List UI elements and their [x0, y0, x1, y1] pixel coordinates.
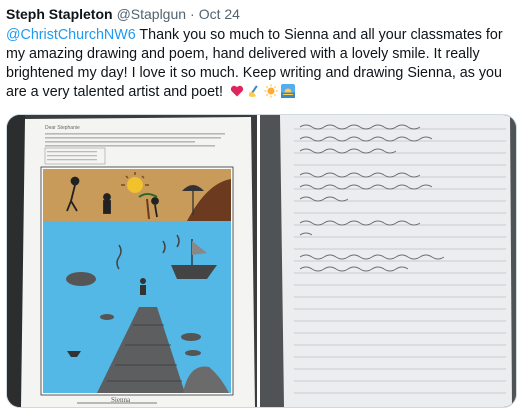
photo-drawing[interactable]: Dear Stephanie Sienna: [7, 115, 257, 407]
writing-hand-icon: [247, 84, 261, 98]
tweet: Steph Stapleton @Staplgun · Oct 24 @Chri…: [0, 0, 527, 414]
mention-link[interactable]: @ChristChurchNW6: [6, 27, 136, 43]
photo-poem[interactable]: [260, 115, 516, 407]
author-handle[interactable]: @Staplgun: [117, 6, 186, 22]
tweet-text: @ChristChurchNW6 Thank you so much to Si…: [6, 26, 518, 102]
tweet-header: Steph Stapleton @Staplgun · Oct 24: [6, 6, 527, 22]
diver: [140, 278, 146, 295]
author-name[interactable]: Steph Stapleton: [6, 6, 113, 22]
letter-heading: Dear Stephanie: [45, 125, 80, 131]
sun-icon: [264, 84, 278, 98]
signature: Sienna: [111, 396, 131, 404]
media-grid: Dear Stephanie Sienna: [6, 114, 517, 408]
whale-drawing: [66, 272, 96, 286]
red-heart-icon: [230, 84, 244, 98]
sunrise-icon: [280, 84, 295, 98]
tweet-date[interactable]: Oct 24: [199, 6, 240, 22]
separator-dot: ·: [190, 6, 195, 22]
